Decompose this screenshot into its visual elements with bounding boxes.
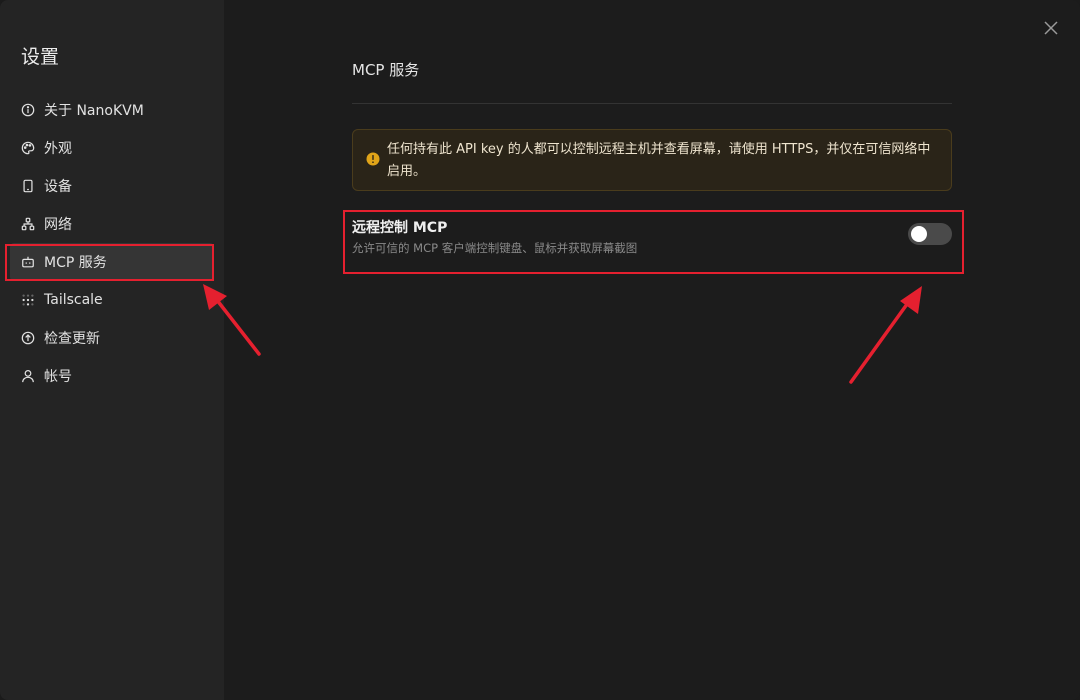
sidebar-item-appearance[interactable]: 外观 bbox=[10, 129, 214, 167]
remote-control-mcp-setting: 远程控制 MCP 允许可信的 MCP 客户端控制键盘、鼠标并获取屏幕截图 bbox=[352, 215, 952, 265]
sidebar-item-mcp[interactable]: MCP 服务 bbox=[10, 243, 214, 281]
sidebar-item-label: 关于 NanoKVM bbox=[44, 103, 144, 119]
settings-window: 设置 关于 NanoKVM 外观 设备 网络 MCP 服务 Tailscale … bbox=[0, 0, 1080, 700]
device-icon bbox=[21, 179, 35, 193]
sidebar-item-network[interactable]: 网络 bbox=[10, 205, 214, 243]
page-title: MCP 服务 bbox=[352, 61, 420, 79]
divider bbox=[352, 103, 952, 104]
sidebar-item-about[interactable]: 关于 NanoKVM bbox=[10, 91, 214, 129]
bot-icon bbox=[21, 255, 35, 269]
sidebar-item-label: 网络 bbox=[44, 217, 72, 233]
sidebar-item-label: MCP 服务 bbox=[44, 255, 107, 271]
close-button[interactable] bbox=[1042, 19, 1060, 37]
update-icon bbox=[21, 331, 35, 345]
tailscale-icon bbox=[21, 293, 35, 307]
palette-icon bbox=[21, 141, 35, 155]
setting-title: 远程控制 MCP bbox=[352, 220, 448, 236]
sidebar-item-label: 外观 bbox=[44, 141, 72, 157]
sidebar-title: 设置 bbox=[21, 46, 60, 68]
remote-control-mcp-toggle[interactable] bbox=[908, 223, 952, 245]
info-icon bbox=[21, 103, 35, 117]
warning-icon bbox=[366, 152, 380, 166]
network-icon bbox=[21, 217, 35, 231]
toggle-knob bbox=[911, 226, 927, 242]
warning-text: 任何持有此 API key 的人都可以控制远程主机并查看屏幕，请使用 HTTPS… bbox=[387, 142, 931, 179]
sidebar-item-tailscale[interactable]: Tailscale bbox=[10, 281, 214, 319]
warning-alert: 任何持有此 API key 的人都可以控制远程主机并查看屏幕，请使用 HTTPS… bbox=[352, 129, 952, 191]
setting-description: 允许可信的 MCP 客户端控制键盘、鼠标并获取屏幕截图 bbox=[352, 241, 638, 255]
sidebar-nav: 关于 NanoKVM 外观 设备 网络 MCP 服务 Tailscale 检查更… bbox=[0, 91, 224, 395]
sidebar-item-account[interactable]: 帐号 bbox=[10, 357, 214, 395]
sidebar-item-device[interactable]: 设备 bbox=[10, 167, 214, 205]
sidebar-item-label: Tailscale bbox=[44, 292, 103, 308]
sidebar-item-label: 检查更新 bbox=[44, 331, 100, 347]
close-icon bbox=[1042, 21, 1060, 41]
annotation-arrow-right bbox=[849, 286, 922, 384]
user-icon bbox=[21, 369, 35, 383]
sidebar-item-update[interactable]: 检查更新 bbox=[10, 319, 214, 357]
sidebar-item-label: 帐号 bbox=[44, 369, 72, 385]
sidebar-item-label: 设备 bbox=[44, 179, 72, 195]
sidebar: 设置 关于 NanoKVM 外观 设备 网络 MCP 服务 Tailscale … bbox=[0, 0, 224, 700]
